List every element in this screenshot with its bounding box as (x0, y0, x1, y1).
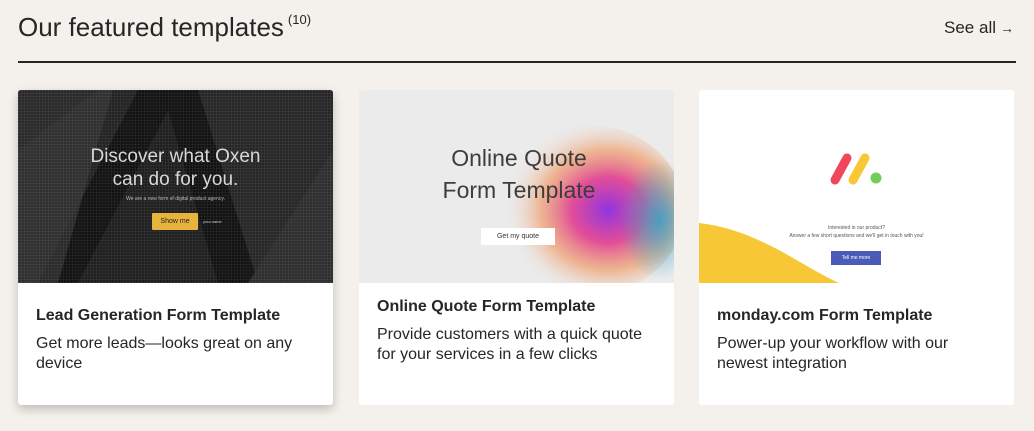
template-card-monday[interactable]: Interested in our product? Answer a few … (699, 90, 1014, 405)
section-divider (18, 61, 1016, 63)
template-card-online-quote[interactable]: Online Quote Form Template Get my quote … (359, 90, 674, 405)
preview-get-quote-button: Get my quote (481, 228, 555, 245)
card-description: Provide customers with a quick quote for… (377, 326, 643, 363)
template-card-lead-generation[interactable]: Discover what Oxen can do for you. We ar… (18, 90, 333, 405)
preview-line2: Answer a few short questions and we'll g… (789, 233, 924, 239)
card-description: Get more leads—looks great on any device (36, 335, 293, 372)
template-count: (10) (287, 12, 312, 27)
preview-headline-line1: Online Quote (451, 145, 587, 171)
preview-show-me-button: Show me (152, 213, 198, 230)
preview-headline-line2: Form Template (442, 177, 596, 203)
see-all-label: See all (944, 18, 996, 37)
card-title: monday.com Form Template (717, 307, 933, 324)
card-title: Lead Generation Form Template (36, 307, 281, 324)
card-description: Power-up your workflow with our newest i… (717, 335, 949, 372)
preview-headline: Discover what Oxen can do for you. (18, 145, 333, 191)
preview-headline: Online Quote Form Template (419, 142, 619, 206)
section-header: Our featured templates (10) See all → (18, 10, 1016, 62)
preview-line1: Interested in our product? (828, 225, 885, 231)
card-preview-image: Interested in our product? Answer a few … (699, 90, 1014, 283)
preview-headline-line1: Discover what Oxen (90, 146, 261, 167)
section-title: Our featured templates (10) (18, 12, 311, 43)
preview-tell-me-more-button: Tell me more (831, 251, 881, 265)
card-preview-image: Discover what Oxen can do for you. We ar… (18, 90, 333, 283)
preview-subtext: We are a new form of digital product age… (126, 196, 225, 202)
monday-logo-icon (830, 153, 882, 185)
preview-small-text: your.name (203, 219, 222, 224)
preview-headline-line2: can do for you. (112, 169, 239, 190)
arrow-right-icon: → (1000, 20, 1014, 36)
section-title-text: Our featured templates (18, 12, 284, 42)
see-all-link[interactable]: See all → (944, 18, 1014, 38)
card-title: Online Quote Form Template (377, 298, 596, 315)
card-preview-image: Online Quote Form Template Get my quote (359, 90, 674, 283)
